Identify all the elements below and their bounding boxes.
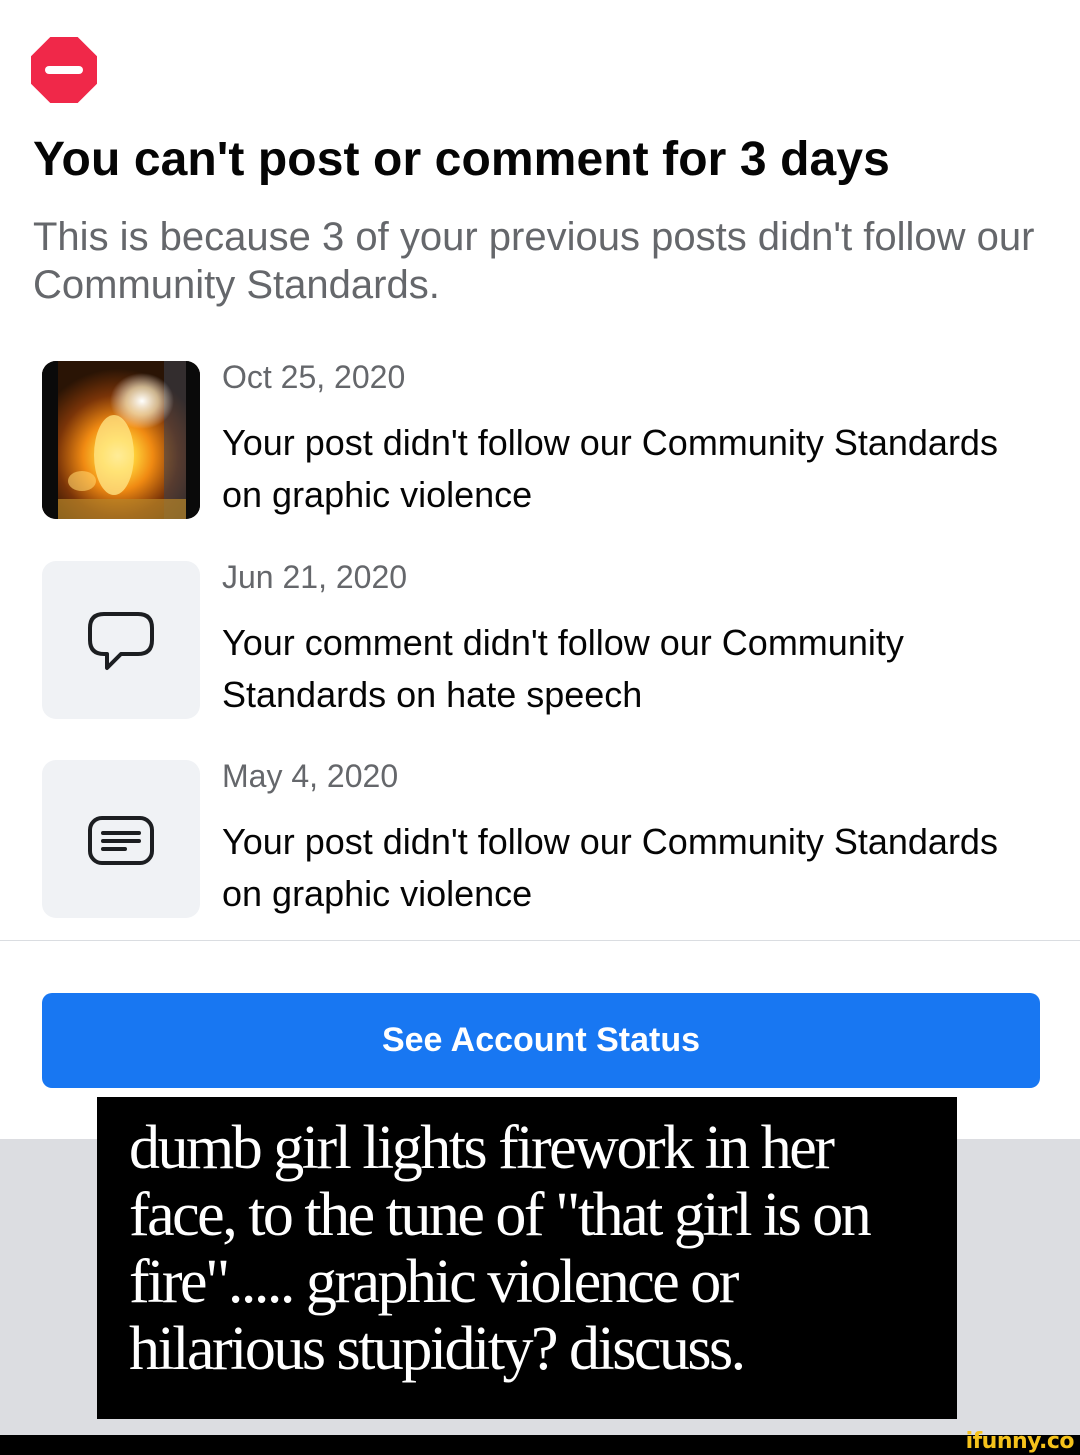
page-title: You can't post or comment for 3 days <box>33 133 890 186</box>
comment-bubble-icon <box>88 612 154 670</box>
violation-description: Your post didn't follow our Community St… <box>222 821 998 914</box>
footer-bar <box>0 1435 1080 1455</box>
violation-date: May 4, 2020 <box>222 758 399 794</box>
violation-date: Jun 21, 2020 <box>222 559 408 595</box>
violation-item[interactable]: May 4, 2020 Your post didn't follow our … <box>42 758 1052 920</box>
fire-photo-thumbnail <box>42 361 200 519</box>
divider <box>0 940 1080 941</box>
stop-sign-icon <box>31 37 97 103</box>
violation-date: Oct 25, 2020 <box>222 359 406 395</box>
ifunny-watermark: ifunny.co <box>965 1429 1075 1454</box>
violation-item[interactable]: Oct 25, 2020 Your post didn't follow our… <box>42 359 1052 521</box>
violation-description: Your comment didn't follow our Community… <box>222 622 904 715</box>
see-account-status-button[interactable]: See Account Status <box>42 993 1040 1088</box>
page-subtitle: This is because 3 of your previous posts… <box>33 215 1035 307</box>
post-text-icon <box>88 816 154 865</box>
violation-icon-tile <box>42 760 200 918</box>
violation-icon-tile <box>42 561 200 719</box>
violation-description: Your post didn't follow our Community St… <box>222 422 998 515</box>
meme-caption-text: dumb girl lights firework in her face, t… <box>129 1114 872 1383</box>
fire-photo-image <box>42 361 200 519</box>
meme-caption-box: dumb girl lights firework in her face, t… <box>97 1097 957 1419</box>
violation-item[interactable]: Jun 21, 2020 Your comment didn't follow … <box>42 559 1052 721</box>
